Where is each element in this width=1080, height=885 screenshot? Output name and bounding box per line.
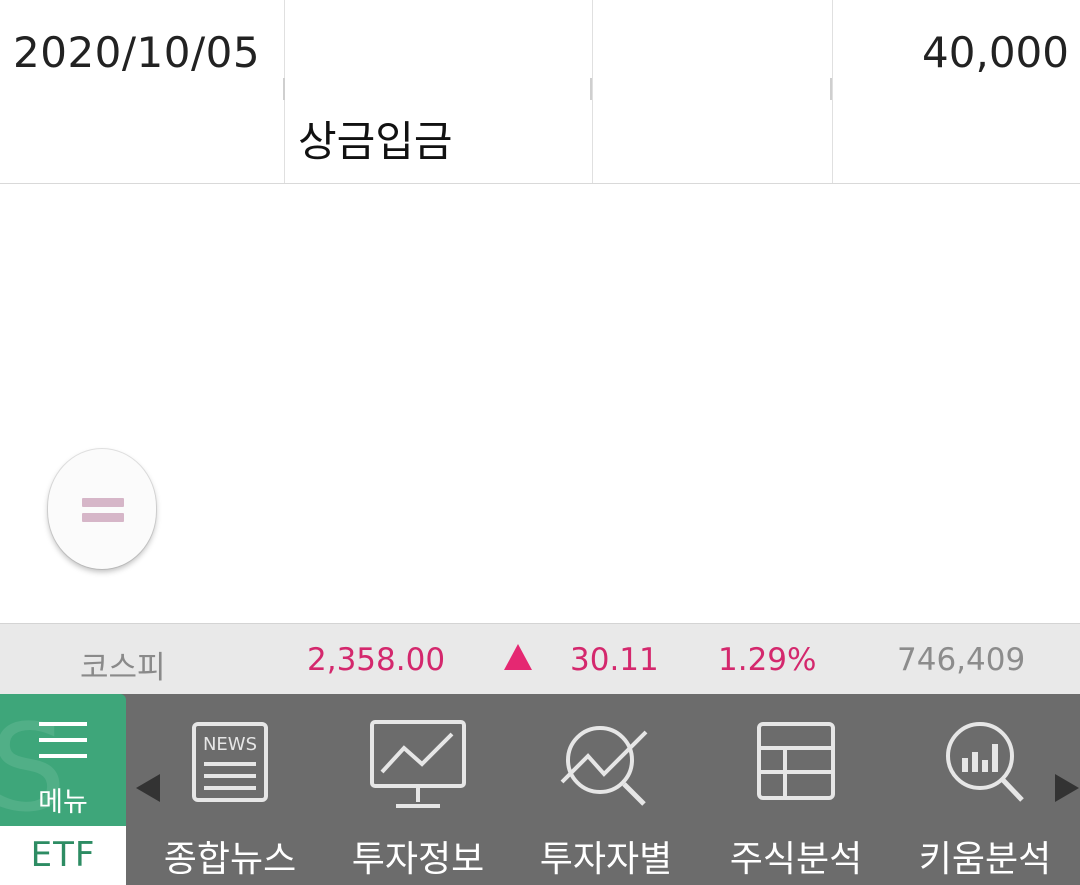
date-cell: 2020/10/05 bbox=[0, 0, 283, 183]
magnifier-bars-icon bbox=[946, 722, 1024, 802]
transaction-row[interactable]: 2020/10/05 상금입금 40,000 bbox=[0, 0, 1080, 184]
menu-button[interactable]: S 메뉴 bbox=[0, 694, 126, 826]
nav-item-investment-info[interactable]: 투자정보 bbox=[328, 694, 508, 885]
nav-label: 주식분석 bbox=[729, 839, 863, 880]
transaction-amount: 40,000 bbox=[922, 28, 1069, 77]
nav-label: 투자정보 bbox=[351, 839, 485, 880]
news-icon: NEWS bbox=[192, 722, 268, 802]
equals-icon bbox=[82, 498, 124, 507]
empty-cell bbox=[592, 0, 832, 183]
transaction-memo: 상금입금 bbox=[298, 117, 453, 166]
bottom-nav: S 메뉴 ETF NEWS 종합뉴스 투자정보 투자자별 주식분석 키움분석 bbox=[0, 694, 1080, 885]
nav-label: 종합뉴스 bbox=[163, 839, 297, 880]
table-icon bbox=[757, 722, 835, 800]
nav-label: 투자자별 bbox=[539, 839, 673, 880]
amount-cell: 40,000 bbox=[832, 0, 1080, 183]
memo-cell: 상금입금 bbox=[284, 0, 592, 183]
nav-item-news[interactable]: NEWS 종합뉴스 bbox=[140, 694, 320, 885]
column-divider bbox=[590, 78, 592, 100]
equals-icon bbox=[82, 513, 124, 522]
hamburger-icon bbox=[39, 738, 87, 742]
etf-button[interactable]: ETF bbox=[0, 826, 126, 885]
nav-item-kiwoom-analysis[interactable]: 키움분석 bbox=[895, 694, 1075, 885]
transaction-date: 2020/10/05 bbox=[13, 28, 261, 77]
column-divider bbox=[830, 78, 832, 100]
monitor-chart-icon bbox=[370, 720, 466, 808]
nav-label: 키움분석 bbox=[918, 839, 1052, 880]
index-change-pct: 1.29% bbox=[718, 642, 817, 678]
hamburger-icon bbox=[39, 754, 87, 758]
nav-item-stock-analysis[interactable]: 주식분석 bbox=[706, 694, 886, 885]
nav-item-by-investor[interactable]: 투자자별 bbox=[516, 694, 696, 885]
floating-menu-button[interactable] bbox=[48, 449, 156, 569]
index-ticker[interactable]: 코스피 2,358.00 30.11 1.29% 746,409 bbox=[0, 623, 1080, 695]
hamburger-icon bbox=[39, 722, 87, 726]
svg-text:NEWS: NEWS bbox=[203, 734, 257, 755]
menu-label: 메뉴 bbox=[38, 787, 88, 818]
index-price: 2,358.00 bbox=[307, 642, 446, 678]
scroll-right-icon[interactable] bbox=[1055, 774, 1079, 802]
column-divider bbox=[283, 78, 285, 100]
index-name: 코스피 bbox=[80, 650, 166, 686]
index-change: 30.11 bbox=[570, 642, 659, 678]
up-arrow-icon bbox=[504, 644, 532, 670]
index-volume: 746,409 bbox=[897, 642, 1026, 678]
search-trend-icon bbox=[560, 726, 648, 806]
